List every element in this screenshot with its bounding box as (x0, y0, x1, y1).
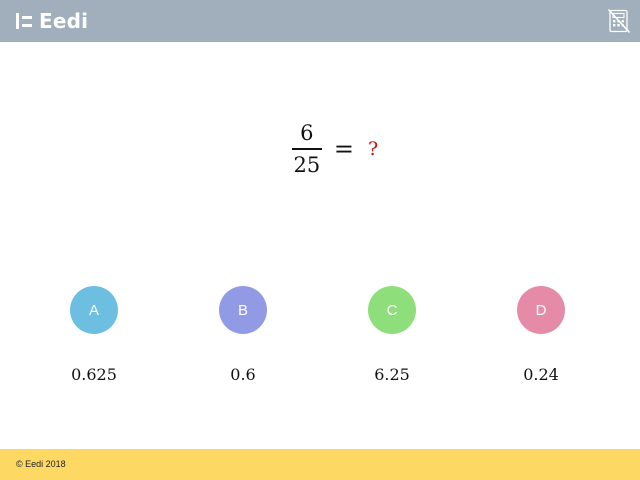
eedi-logo-mark-icon (16, 13, 32, 29)
fraction-denominator: 25 (293, 152, 321, 177)
brand-name: Eedi (39, 9, 89, 33)
header-bar: Eedi (0, 0, 640, 42)
option-c[interactable]: C 6.25 (332, 286, 452, 396)
option-a-circle[interactable]: A (70, 286, 118, 334)
fraction-bar (291, 148, 322, 150)
option-b-circle[interactable]: B (219, 286, 267, 334)
fraction-numerator: 6 (300, 121, 314, 146)
option-b-answer[interactable]: 0.6 (230, 365, 255, 384)
unknown-mark: ? (367, 138, 379, 160)
footer-bar: © Eedi 2018 (0, 449, 640, 480)
option-b[interactable]: B 0.6 (183, 286, 303, 396)
eedi-logo: Eedi (16, 8, 88, 34)
option-a[interactable]: A 0.625 (34, 286, 154, 396)
copyright-text: © Eedi 2018 (16, 459, 66, 469)
question-expression: 6 25 = ? (0, 114, 640, 184)
fraction: 6 25 (291, 120, 322, 178)
option-d-circle[interactable]: D (517, 286, 565, 334)
option-c-circle[interactable]: C (368, 286, 416, 334)
option-d[interactable]: D 0.24 (481, 286, 601, 396)
calculator-disabled-icon[interactable] (608, 9, 630, 33)
equals-sign: = (333, 135, 354, 163)
option-d-answer[interactable]: 0.24 (523, 365, 559, 384)
option-c-answer[interactable]: 6.25 (374, 365, 410, 384)
option-a-answer[interactable]: 0.625 (71, 365, 117, 384)
